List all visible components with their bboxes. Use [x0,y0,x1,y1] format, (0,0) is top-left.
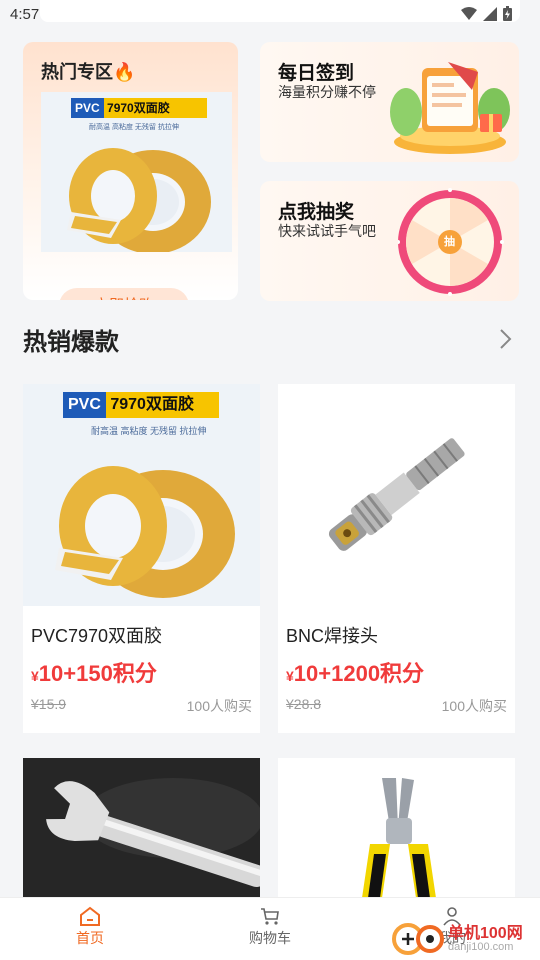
product-image[interactable] [278,758,515,898]
sold-count: 100人购买 [186,698,252,714]
product-card[interactable] [23,758,260,898]
product-card[interactable]: PVC 7970双面胶 耐高温 高粘度 无残留 抗拉伸 PVC7970双面胶 ¥… [23,384,260,733]
hot-zone-title: 热门专区🔥 [41,62,136,82]
tab-cart-label: 购物车 [249,930,291,946]
currency-symbol: ¥ [31,668,39,684]
wrench-illustration [23,758,260,898]
cart-icon [261,908,279,925]
hot-sales-header[interactable]: 热销爆款 [23,322,519,362]
home-icon [80,906,100,926]
wifi-icon [461,6,477,20]
price-value: 10+150积分 [38,661,157,686]
original-price: ¥15.9 [31,696,67,712]
watermark: 单机100网 danji100.com [390,915,540,959]
watermark-text: 单机100网 [448,925,523,942]
product-card[interactable] [278,758,515,898]
status-time: 4:57 [10,6,40,23]
tape-roll-illustration [55,466,235,598]
watermark-logo-icon [392,923,444,955]
hot-zone-card[interactable]: 热门专区🔥 PVC 7970双面胶 耐高温 高粘度 无残留 抗拉伸 立即抢购 [23,42,238,300]
lottery-title: 点我抽奖 [278,202,355,223]
signal-icon [483,6,497,21]
daily-checkin-card[interactable]: 每日签到 海量积分赚不停 [260,42,519,162]
battery-icon [503,6,512,21]
tape-roll-illustration [67,148,211,252]
price-value: 10+1200积分 [293,661,425,686]
lottery-subtitle: 快来试试手气吧 [278,223,376,239]
bnc-connector-illustration [328,438,465,551]
buy-now-button[interactable]: 立即抢购 [59,288,189,300]
calendar-gift-illustration [390,62,510,154]
status-bar: 4:57 [0,0,540,30]
checkin-subtitle: 海量积分赚不停 [278,84,376,100]
product-card[interactable]: BNC焊接头 ¥10+1200积分 ¥28.8 100人购买 [278,384,515,733]
top-strip [40,0,520,22]
wheel-center-label[interactable]: 抽 [444,233,455,249]
tab-cart[interactable]: 购物车 [225,906,315,948]
product-name: BNC焊接头 [286,626,379,646]
checkin-title: 每日签到 [278,63,355,84]
pliers-illustration [362,778,436,898]
status-icons [461,6,512,21]
product-price: ¥10+150积分 [31,656,157,688]
product-price: ¥10+1200积分 [286,656,424,688]
watermark-url: danji100.com [448,941,514,953]
product-image[interactable] [278,384,515,606]
tab-home[interactable]: 首页 [45,906,135,948]
tab-home-label: 首页 [76,930,104,946]
lottery-card[interactable]: 点我抽奖 快来试试手气吧 抽 [260,181,519,301]
currency-symbol: ¥ [286,668,294,684]
hot-zone-product-image[interactable]: PVC 7970双面胶 耐高温 高粘度 无残留 抗拉伸 [41,92,232,252]
product-image[interactable]: PVC 7970双面胶 耐高温 高粘度 无残留 抗拉伸 [23,384,260,606]
sold-count: 100人购买 [441,698,507,714]
product-name: PVC7970双面胶 [31,626,163,646]
section-title: 热销爆款 [23,329,119,356]
original-price: ¥28.8 [286,696,322,712]
chevron-right-icon[interactable] [499,328,513,350]
product-image[interactable] [23,758,260,898]
